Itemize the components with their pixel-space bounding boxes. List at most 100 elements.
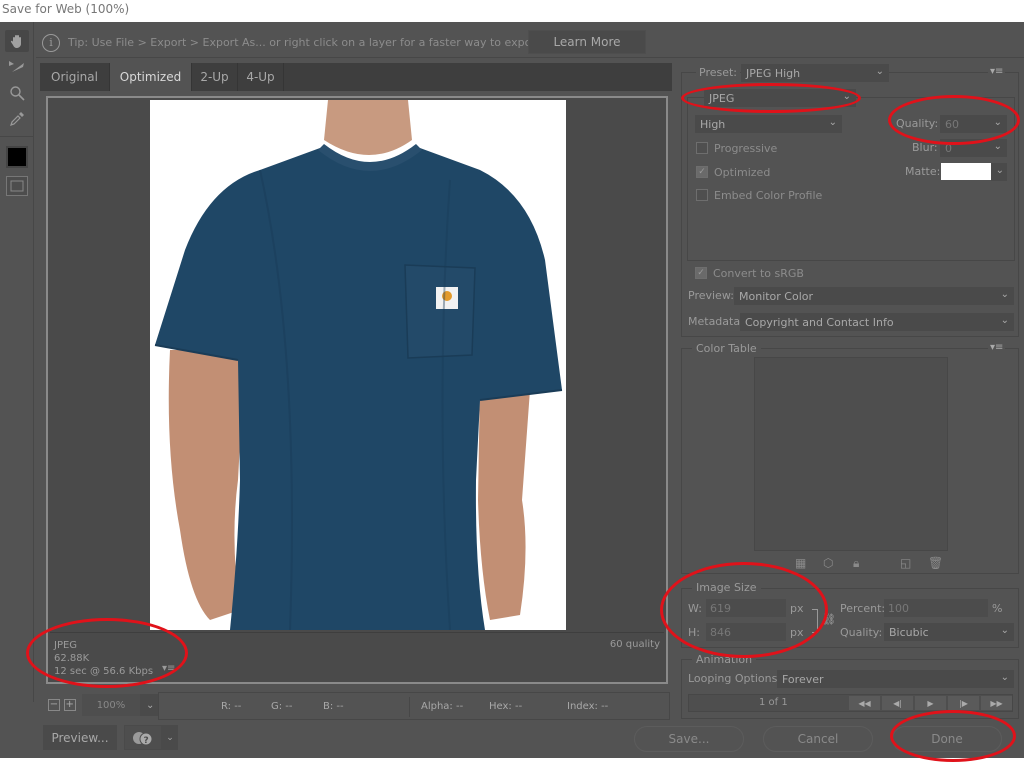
next-frame-button[interactable]: |▶: [948, 696, 979, 710]
optimize-menu-icon[interactable]: ▾≡: [988, 66, 1006, 77]
zoom-level-field[interactable]: 100%: [81, 694, 141, 716]
chevron-down-icon: ⌄: [993, 141, 1002, 152]
tab-4-up[interactable]: 4-Up: [238, 63, 284, 91]
matte-label: Matte:: [905, 165, 941, 178]
blur-value: 0: [945, 141, 952, 155]
lock-icon[interactable]: 🔒︎: [853, 556, 859, 571]
percent-field[interactable]: 100: [884, 599, 988, 617]
tab-original[interactable]: Original: [40, 63, 110, 91]
width-field[interactable]: 619: [706, 599, 786, 617]
download-speed-menu-icon[interactable]: ▾≡: [162, 663, 175, 674]
eyedropper-color-swatch[interactable]: [6, 146, 28, 168]
tool-divider: [0, 136, 34, 137]
preview-image[interactable]: [150, 100, 566, 630]
eyedropper-tool[interactable]: [5, 108, 29, 130]
preview-color-dropdown[interactable]: Monitor Color ⌄: [734, 287, 1014, 305]
play-button[interactable]: ▶: [915, 696, 946, 710]
tip-text: Tip: Use File > Export > Export As... or…: [68, 36, 579, 49]
metadata-label: Metadata:: [688, 315, 744, 328]
readout-g: G: --: [271, 701, 293, 712]
bottom-strip: [0, 758, 1024, 765]
metadata-dropdown[interactable]: Copyright and Contact Info ⌄: [740, 313, 1014, 331]
first-frame-button[interactable]: ◀◀: [849, 696, 880, 710]
file-format-value: JPEG: [709, 91, 735, 105]
quality-value: 60: [945, 117, 959, 131]
eyedropper-icon: [10, 112, 24, 126]
height-unit: px: [790, 626, 804, 639]
image-info-bar: JPEG 62.88K 12 sec @ 56.6 Kbps ▾≡ 60 qua…: [50, 632, 664, 682]
file-format-dropdown[interactable]: JPEG ⌄: [704, 89, 856, 107]
new-color-icon[interactable]: ◱: [900, 556, 911, 570]
link-icon[interactable]: ⛓: [822, 613, 836, 626]
toggle-slices-visibility[interactable]: [6, 176, 28, 196]
readout-divider: [409, 697, 410, 717]
zoom-tool[interactable]: [5, 82, 29, 104]
matte-dropdown[interactable]: ⌄: [991, 163, 1007, 181]
percent-label: Percent:: [840, 602, 886, 615]
chevron-down-icon: ⌄: [166, 732, 174, 743]
save-button[interactable]: Save...: [634, 726, 744, 752]
hand-icon: [10, 35, 21, 48]
download-time: 12 sec @ 56.6 Kbps: [54, 666, 154, 677]
globe-help-icon: ?: [133, 731, 153, 746]
learn-more-button[interactable]: Learn More: [528, 30, 646, 54]
resample-quality-value: Bicubic: [889, 625, 929, 639]
chevron-down-icon: ⌄: [995, 165, 1004, 176]
svg-text:?: ?: [144, 736, 149, 746]
preset-value: JPEG High: [746, 66, 801, 80]
cancel-button[interactable]: Cancel: [763, 726, 873, 752]
color-table-title: Color Table: [692, 342, 761, 355]
preset-dropdown[interactable]: JPEG High ⌄: [741, 64, 889, 82]
preview-button[interactable]: Preview...: [43, 725, 117, 750]
preview-in-browser-button[interactable]: ?: [124, 725, 162, 750]
compression-quality-dropdown[interactable]: High ⌄: [695, 115, 842, 133]
chevron-down-icon: ⌄: [1000, 315, 1009, 326]
slice-select-tool[interactable]: [5, 56, 29, 78]
cube-icon[interactable]: ⬡: [823, 556, 833, 570]
looping-options-dropdown[interactable]: Forever ⌄: [777, 670, 1014, 688]
zoom-in-button[interactable]: +: [63, 699, 76, 711]
info-icon: i: [42, 33, 60, 52]
readout-alpha: Alpha: --: [421, 701, 464, 712]
slices-icon: [10, 180, 24, 192]
done-button[interactable]: Done: [892, 726, 1002, 752]
readout-index: Index: --: [567, 701, 609, 712]
resample-quality-dropdown[interactable]: Bicubic ⌄: [884, 623, 1014, 641]
matte-color-swatch[interactable]: [941, 163, 991, 180]
last-frame-button[interactable]: ▶▶: [981, 696, 1012, 710]
trash-icon[interactable]: 🗑︎: [928, 556, 943, 570]
height-label: H:: [688, 626, 700, 639]
optimized-checkbox[interactable]: ✓: [696, 166, 708, 178]
frame-counter: 1 of 1: [759, 697, 788, 708]
height-field[interactable]: 846: [706, 623, 786, 641]
progressive-checkbox[interactable]: [696, 142, 708, 154]
blur-field[interactable]: 0 ⌄: [940, 139, 1007, 157]
image-file-size: 62.88K: [54, 653, 90, 664]
web-snap-icon[interactable]: ▦: [795, 556, 806, 570]
compression-quality-value: High: [700, 117, 726, 131]
blur-label: Blur:: [912, 141, 938, 154]
optimized-label: Optimized: [714, 166, 771, 179]
image-format: JPEG: [54, 640, 78, 651]
preview-label: Preview:: [688, 289, 734, 302]
previous-frame-button[interactable]: ◀|: [882, 696, 913, 710]
convert-srgb-label: Convert to sRGB: [713, 267, 804, 280]
chevron-down-icon: ⌄: [993, 117, 1002, 128]
hand-tool[interactable]: [5, 30, 29, 52]
quality-field[interactable]: 60 ⌄: [940, 115, 1007, 133]
percent-unit: %: [992, 602, 1003, 615]
convert-srgb-checkbox[interactable]: ✓: [695, 267, 707, 279]
embed-color-profile-checkbox[interactable]: [696, 189, 708, 201]
embed-color-profile-label: Embed Color Profile: [714, 189, 823, 202]
zoom-out-button[interactable]: −: [48, 699, 60, 711]
tab-optimized[interactable]: Optimized: [110, 63, 192, 91]
browser-dropdown[interactable]: ⌄: [162, 725, 178, 750]
looping-options-label: Looping Options:: [688, 672, 782, 685]
animation-controls: 1 of 1 ◀◀ ◀| ▶ |▶ ▶▶: [688, 694, 1013, 712]
tab-2-up[interactable]: 2-Up: [192, 63, 238, 91]
chevron-down-icon: ⌄: [828, 117, 837, 128]
slice-select-icon: [9, 61, 24, 72]
color-table-grid[interactable]: [754, 357, 948, 551]
chevron-down-icon: ⌄: [1000, 625, 1009, 636]
color-table-menu-icon[interactable]: ▾≡: [988, 342, 1006, 353]
